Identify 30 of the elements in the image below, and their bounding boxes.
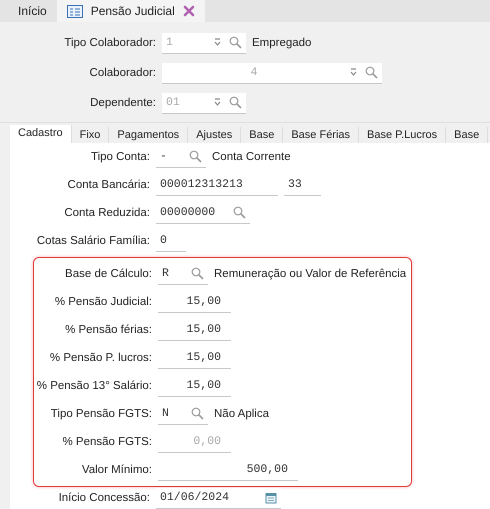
search-icon[interactable] — [189, 150, 202, 163]
document-tab[interactable]: Pensão Judicial — [56, 0, 205, 22]
search-icon[interactable] — [233, 206, 246, 219]
field-description: Remuneração ou Valor de Referência — [214, 268, 406, 280]
field-description: Conta Corrente — [212, 151, 291, 163]
field-label: % Pensão FGTS: — [62, 434, 152, 450]
field-label: % Pensão P. lucros: — [48, 350, 152, 366]
field-label: Conta Reduzida: — [63, 206, 150, 220]
search-icon[interactable] — [191, 267, 204, 280]
field-label: Conta Bancária: — [66, 178, 150, 192]
field-label: Cotas Salário Família: — [36, 234, 150, 248]
field-label: Início Concessão: — [58, 490, 150, 506]
field-label: Colaborador: — [88, 66, 156, 80]
field-label: Valor Mínimo: — [80, 462, 152, 478]
form-icon — [66, 4, 83, 18]
calendar-icon[interactable] — [265, 492, 277, 504]
field-description: Empregado — [252, 37, 312, 49]
field-label: % Pensão Judicial: — [54, 294, 152, 310]
document-tab[interactable]: Início — [8, 0, 57, 22]
field-label: % Pensão 13° Salário: — [36, 378, 152, 394]
search-icon[interactable] — [191, 407, 204, 420]
tab[interactable]: Cadastro — [10, 125, 72, 143]
field-label: Tipo Conta: — [90, 150, 150, 164]
field-label: Base de Cálculo: — [64, 266, 152, 282]
field-description: Não Aplica — [214, 408, 269, 420]
field-label: Dependente: — [89, 96, 156, 110]
field-label: Tipo Colaborador: — [63, 36, 156, 50]
field-label: % Pensão férias: — [64, 322, 152, 338]
field-label: Tipo Pensão FGTS: — [50, 406, 152, 422]
close-icon[interactable] — [182, 5, 195, 17]
